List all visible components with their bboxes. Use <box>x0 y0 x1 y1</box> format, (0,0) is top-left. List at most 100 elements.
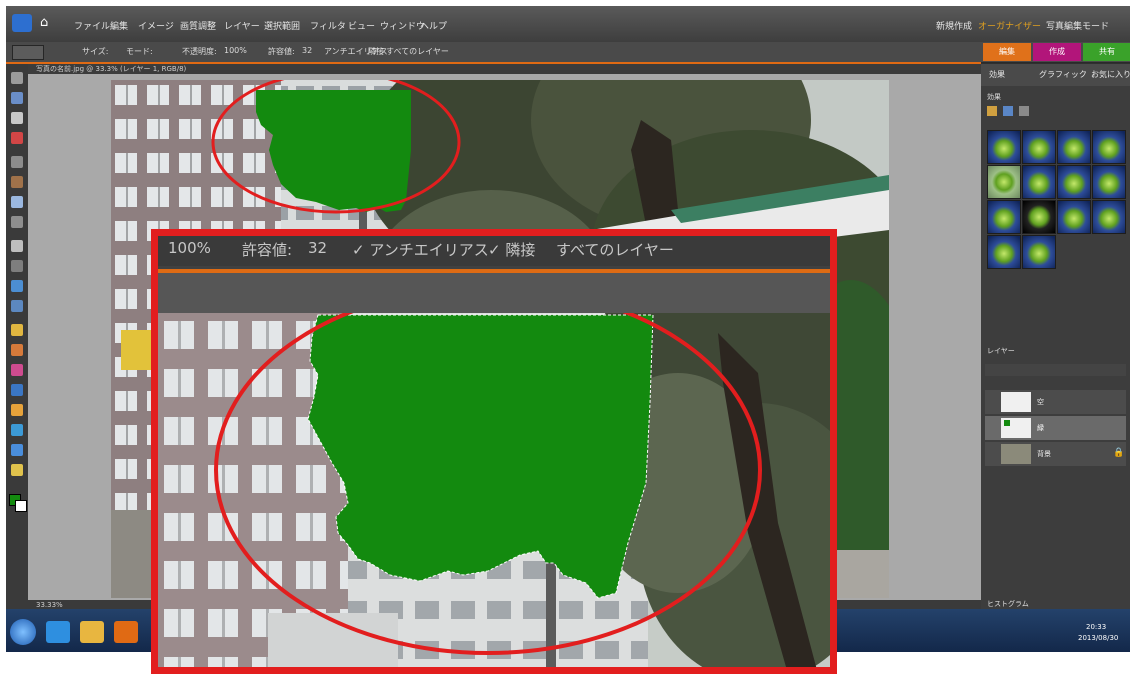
effect-thumb-13[interactable] <box>987 235 1021 269</box>
options-bar: サイズ: モード: 不透明度: 100% 許容値: 32 アンチエイリアス 隣接… <box>6 42 1130 63</box>
right-panel: 効果 グラフィック お気に入り 効果 レイヤー 空 緑 背景 🔒 ヒストグラム <box>981 64 1130 609</box>
zoom-all-layers-checkbox[interactable]: すべてのレイヤー <box>556 239 674 260</box>
effect-thumb-14[interactable] <box>1022 235 1056 269</box>
marquee-tool-icon[interactable] <box>11 156 23 168</box>
lasso-tool-icon[interactable] <box>11 176 23 188</box>
edit-mode-button[interactable]: 写真編集モード <box>1046 19 1109 32</box>
tab-favorites[interactable]: お気に入り <box>1091 69 1130 80</box>
panel-tabs: 効果 グラフィック お気に入り <box>981 64 1130 86</box>
organizer-button[interactable]: オーガナイザー <box>978 19 1041 32</box>
zoom-options-bar: 100% 許容値: 32 ✓ アンチエイリアス ✓ 隣接 すべてのレイヤー <box>158 236 830 266</box>
tab-create[interactable]: 作成 <box>1033 43 1081 61</box>
zoom-tolerance-label: 許容値: <box>242 241 293 259</box>
smudge-tool-icon[interactable] <box>11 464 23 476</box>
layer-name: 空 <box>1037 398 1044 406</box>
healing-tool-icon[interactable] <box>11 300 23 312</box>
effect-thumb-5[interactable] <box>987 165 1021 199</box>
background-color-swatch[interactable] <box>15 500 27 512</box>
blur-tool-icon[interactable] <box>11 424 23 436</box>
opt-contiguous[interactable]: 隣接 <box>368 46 384 57</box>
histogram-label[interactable]: ヒストグラム <box>987 599 1029 609</box>
opt-tolerance-value[interactable]: 32 <box>302 46 312 55</box>
menu-bar: ⌂ ファイル 編集 イメージ 画質調整 レイヤー 選択範囲 フィルタ ビュー ウ… <box>6 6 1130 42</box>
paint-bucket-tool-icon[interactable] <box>11 364 23 376</box>
effect-thumb-8[interactable] <box>1092 165 1126 199</box>
effect-thumb-2[interactable] <box>1022 130 1056 164</box>
tab-effects[interactable]: 効果 <box>989 69 1005 80</box>
effect-thumb-11[interactable] <box>1057 200 1091 234</box>
start-button-icon[interactable] <box>10 619 36 645</box>
photo-effect-icon[interactable] <box>1019 106 1029 116</box>
gradient-tool-icon[interactable] <box>11 384 23 396</box>
layer-style-icon[interactable] <box>987 106 997 116</box>
menu-filter[interactable]: フィルタ <box>310 19 346 32</box>
layers-header: レイヤー <box>987 347 1015 355</box>
shape-tool-icon[interactable] <box>11 404 23 416</box>
tab-graphics[interactable]: グラフィック <box>1039 69 1087 80</box>
type-tool-icon[interactable] <box>11 240 23 252</box>
explorer-icon[interactable] <box>80 621 104 643</box>
menu-enhance[interactable]: 画質調整 <box>180 19 216 32</box>
clock-time[interactable]: 20:33 <box>1086 623 1106 631</box>
menu-select[interactable]: 選択範囲 <box>264 19 300 32</box>
hand-tool-icon[interactable] <box>11 112 23 124</box>
tool-preset-icon[interactable] <box>12 45 44 60</box>
zoom-annotation-ellipse <box>214 313 762 655</box>
effect-thumb-1[interactable] <box>987 130 1021 164</box>
opt-all-layers[interactable]: すべてのレイヤー <box>386 46 449 57</box>
tab-share[interactable]: 共有 <box>1083 43 1130 61</box>
menu-layer[interactable]: レイヤー <box>224 19 260 32</box>
menu-image[interactable]: イメージ <box>138 19 174 32</box>
layer-name: 緑 <box>1037 424 1044 432</box>
document-tab[interactable]: 写真の名前.jpg @ 33.3% (レイヤー 1, RGB/8) <box>28 64 981 74</box>
app-logo-icon <box>12 14 32 32</box>
layer-row[interactable]: 背景 🔒 <box>985 442 1126 466</box>
layer-thumbnail <box>1001 392 1031 412</box>
lock-icon: 🔒 <box>1113 448 1125 458</box>
effect-thumb-6[interactable] <box>1022 165 1056 199</box>
zoom-antialias-checkbox[interactable]: ✓ アンチエイリアス <box>352 239 489 260</box>
tab-edit[interactable]: 編集 <box>983 43 1031 61</box>
layer-row[interactable]: 空 <box>985 390 1126 414</box>
effect-thumb-10[interactable] <box>1022 200 1056 234</box>
media-player-icon[interactable] <box>114 621 138 643</box>
zoom-opacity-value[interactable]: 100% <box>168 239 211 257</box>
selection-brush-tool-icon[interactable] <box>11 216 23 228</box>
effect-thumb-7[interactable] <box>1057 165 1091 199</box>
opt-mode: モード: <box>126 47 153 56</box>
opt-opacity: 不透明度: <box>182 47 217 56</box>
move-tool-icon[interactable] <box>11 72 23 84</box>
ie-icon[interactable] <box>46 621 70 643</box>
brush-tool-icon[interactable] <box>11 324 23 336</box>
menu-file[interactable]: ファイル <box>74 19 110 32</box>
zoom-tolerance-value[interactable]: 32 <box>308 239 327 257</box>
crop-tool-icon[interactable] <box>11 260 23 272</box>
magic-wand-tool-icon[interactable] <box>11 196 23 208</box>
zoom-contiguous-checkbox[interactable]: ✓ 隣接 <box>488 239 535 260</box>
zoom-doc-tab-strip <box>158 273 830 313</box>
effect-thumb-12[interactable] <box>1092 200 1126 234</box>
layer-name: 背景 <box>1037 450 1051 458</box>
menu-window[interactable]: ウィンドウ <box>380 19 425 32</box>
opt-opacity-value[interactable]: 100% <box>224 46 247 55</box>
opt-size: サイズ: <box>82 47 109 56</box>
clock-date[interactable]: 2013/08/30 <box>1078 634 1118 642</box>
menu-view[interactable]: ビュー <box>348 19 375 32</box>
filter-icon[interactable] <box>1003 106 1013 116</box>
effects-filter-row <box>987 106 1125 118</box>
eyedropper-tool-icon[interactable] <box>11 132 23 144</box>
effect-thumb-3[interactable] <box>1057 130 1091 164</box>
effect-thumb-4[interactable] <box>1092 130 1126 164</box>
menu-help[interactable]: ヘルプ <box>420 19 447 32</box>
effect-thumb-9[interactable] <box>987 200 1021 234</box>
eraser-tool-icon[interactable] <box>11 344 23 356</box>
layer-row-selected[interactable]: 緑 <box>985 416 1126 440</box>
new-button[interactable]: 新規作成 <box>936 19 972 32</box>
zoom-tool-icon[interactable] <box>11 92 23 104</box>
menu-edit[interactable]: 編集 <box>110 19 128 32</box>
redeye-tool-icon[interactable] <box>11 280 23 292</box>
sponge-tool-icon[interactable] <box>11 444 23 456</box>
home-icon[interactable]: ⌂ <box>40 16 54 30</box>
layer-thumbnail <box>1001 444 1031 464</box>
tools-panel <box>6 64 28 609</box>
